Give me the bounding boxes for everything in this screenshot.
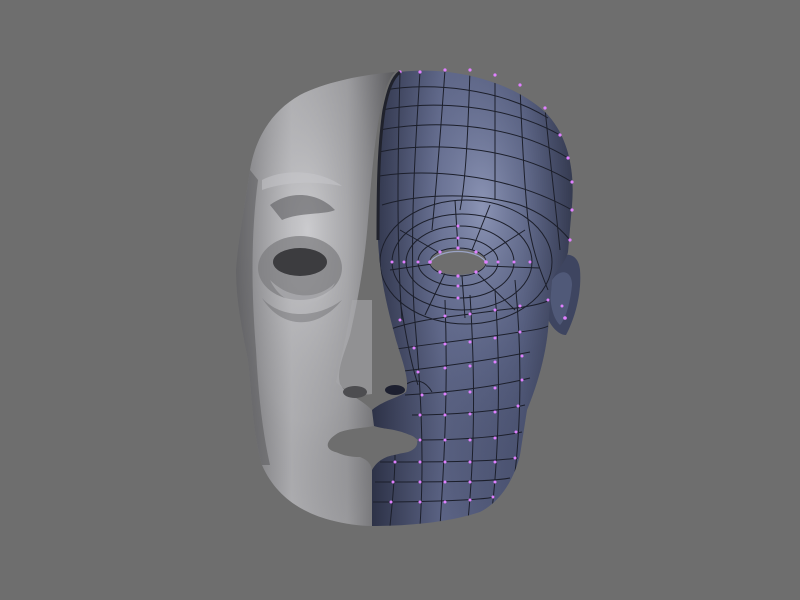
gray-eye-hole[interactable] <box>273 248 327 276</box>
viewport-canvas[interactable] <box>0 0 800 600</box>
3d-viewport[interactable] <box>0 0 800 600</box>
blue-nostril <box>385 385 405 395</box>
blue-half[interactable] <box>372 68 581 526</box>
gray-nostril <box>343 386 367 398</box>
gray-half[interactable] <box>236 72 395 526</box>
blue-eye-hole[interactable] <box>430 249 486 275</box>
